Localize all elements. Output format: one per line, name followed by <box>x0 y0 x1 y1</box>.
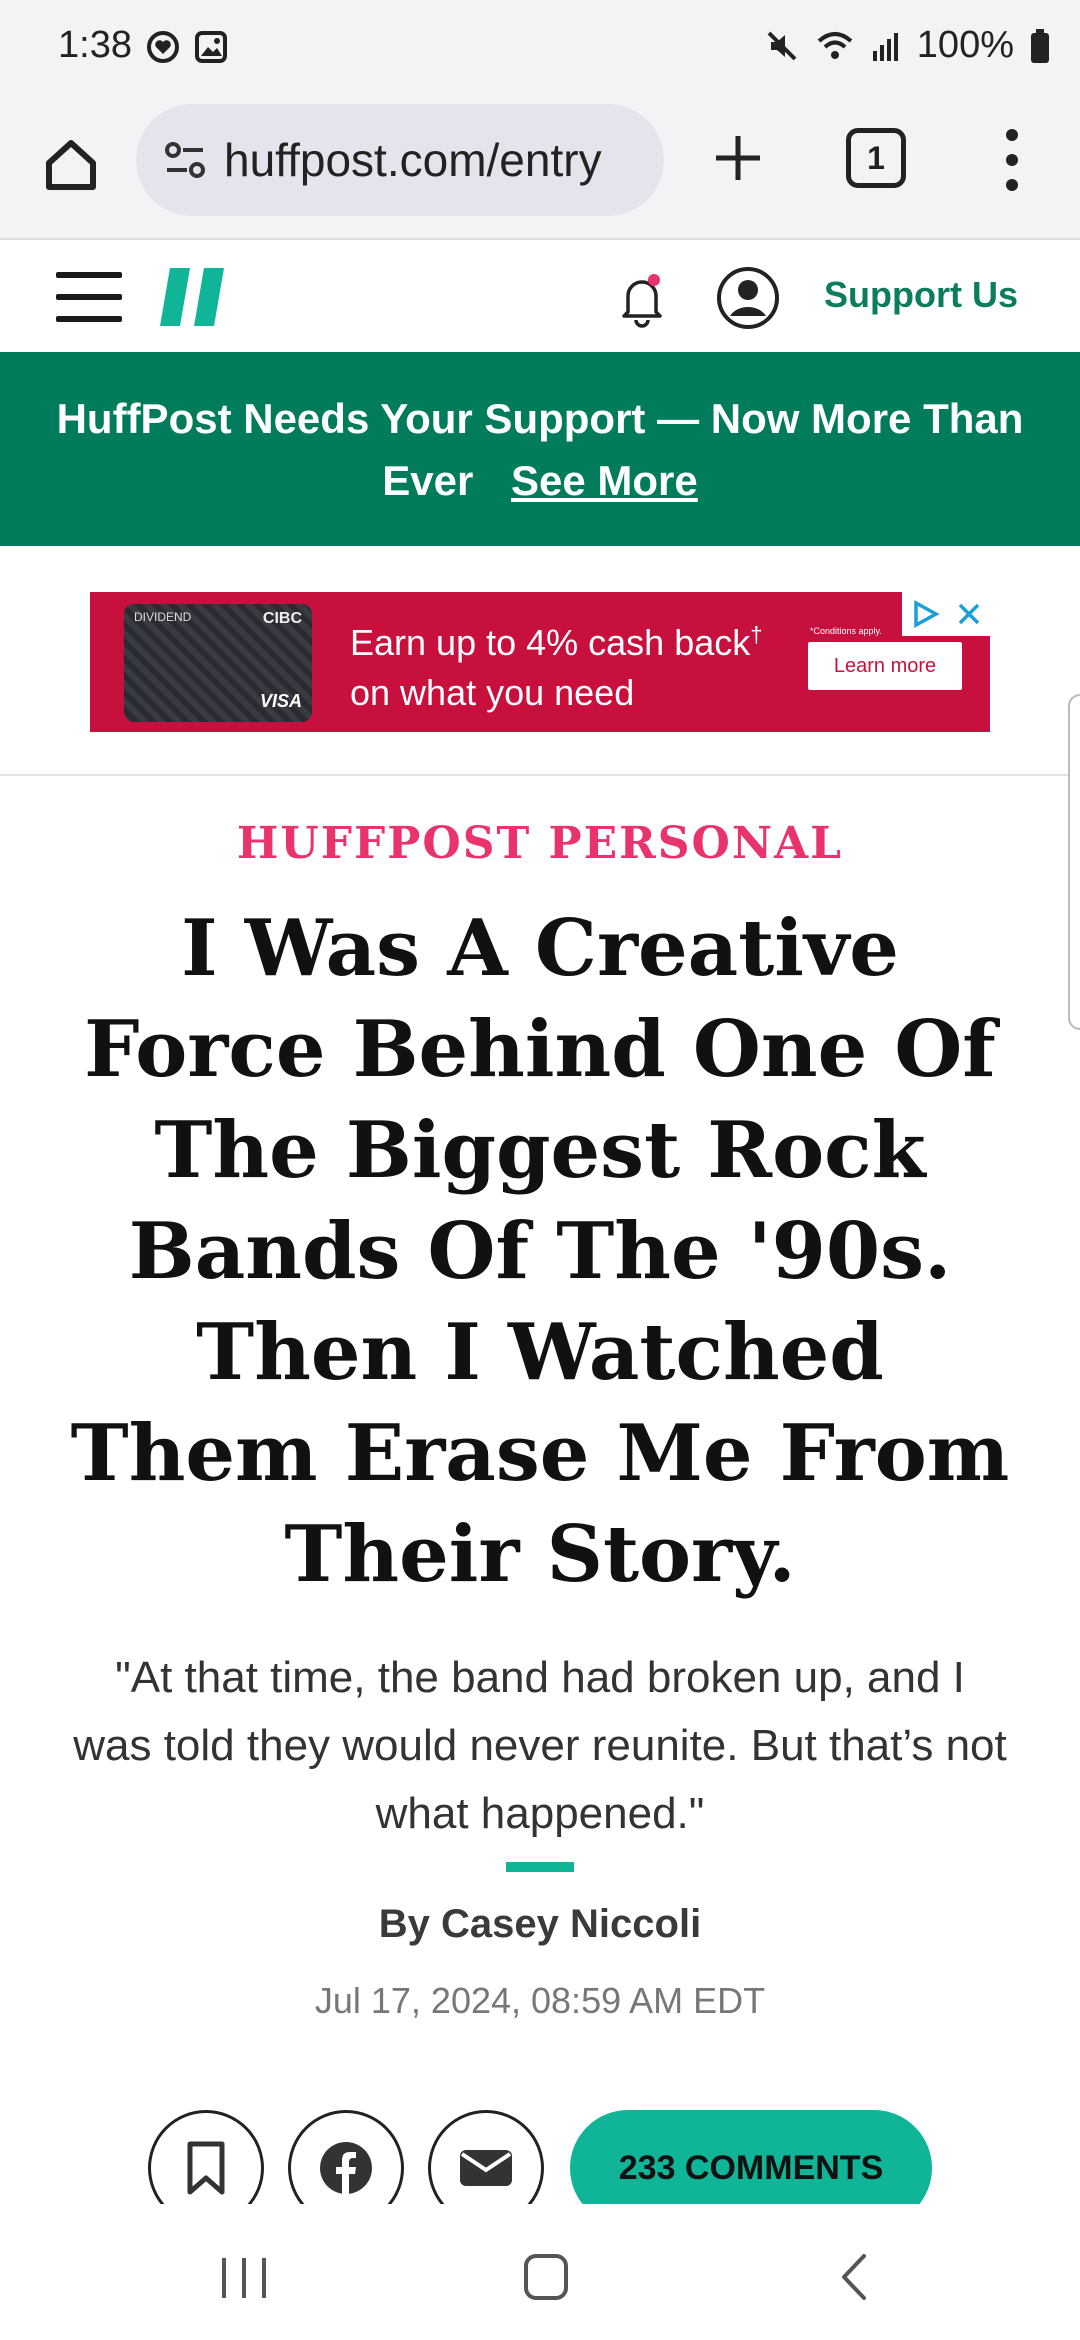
article-subhead: "At that time, the band had broken up, a… <box>73 1653 1007 1838</box>
close-icon[interactable] <box>956 601 982 627</box>
article-date: Jul 17, 2024, 08:59 AM EDT <box>314 1980 766 2021</box>
home-icon <box>46 140 96 190</box>
signal-icon <box>872 32 898 61</box>
kebab-dot <box>1006 128 1018 141</box>
browser-menu-button[interactable] <box>990 122 1034 198</box>
system-navigation-bar <box>0 2204 1080 2340</box>
email-icon <box>460 2150 512 2186</box>
accent-divider <box>506 1862 574 1872</box>
plus-icon <box>716 136 760 180</box>
ad-subline: on what you need <box>350 672 635 713</box>
notification-bell-icon[interactable] <box>614 268 670 328</box>
tab-count: 1 <box>867 139 885 176</box>
wifi-icon <box>817 31 853 59</box>
address-bar[interactable]: huffpost.com/entry <box>136 104 664 216</box>
back-icon[interactable] <box>834 2252 874 2302</box>
card-name: DIVIDEND <box>134 610 192 624</box>
site-settings-icon[interactable] <box>160 135 210 185</box>
browser-toolbar: huffpost.com/entry 1 <box>0 100 1080 240</box>
huffpost-logo-icon[interactable] <box>160 268 224 326</box>
ad-learn-more-button[interactable]: Learn more <box>808 642 962 690</box>
heart-circle-icon <box>147 31 179 63</box>
status-system-icons: 100% <box>765 24 1050 67</box>
status-notification-icons <box>146 30 228 64</box>
browser-home-button[interactable] <box>36 130 106 200</box>
facebook-icon <box>320 2142 372 2194</box>
kebab-dot <box>1006 179 1018 192</box>
url-text: huffpost.com/entry <box>224 134 602 186</box>
site-header: Support Us <box>0 242 1080 352</box>
recent-apps-icon[interactable] <box>222 2258 266 2298</box>
tab-switcher-button[interactable]: 1 <box>846 128 906 188</box>
ad-copy: Earn up to 4% cash back† on what you nee… <box>350 610 763 718</box>
battery-percent: 100% <box>916 24 1014 66</box>
support-banner: HuffPost Needs Your Support — Now More T… <box>0 352 1080 546</box>
ad-conditions: *Conditions apply. <box>810 626 882 636</box>
gallery-icon <box>195 31 227 63</box>
divider <box>0 774 1080 776</box>
article-section-kicker[interactable]: HUFFPOST PERSONAL <box>0 818 1080 869</box>
ad-choices[interactable] <box>902 592 990 636</box>
see-more-link[interactable]: See More <box>511 457 698 504</box>
mute-icon <box>767 31 797 60</box>
support-us-link[interactable]: Support Us <box>824 274 1018 316</box>
adchoices-icon[interactable] <box>910 599 940 629</box>
ad-headline: Earn up to 4% cash back <box>350 622 751 663</box>
new-tab-button[interactable] <box>700 120 776 196</box>
status-time: 1:38 <box>58 24 132 66</box>
battery-icon <box>1031 28 1049 63</box>
home-nav-icon[interactable] <box>524 2254 568 2300</box>
article-byline[interactable]: By Casey Niccoli <box>0 1902 1080 1947</box>
advertisement[interactable]: DIVIDEND CIBC VISA Earn up to 4% cash ba… <box>90 592 990 732</box>
card-brand: CIBC <box>262 610 302 627</box>
kebab-dot <box>1006 153 1018 166</box>
credit-card-image: DIVIDEND CIBC VISA <box>124 604 312 722</box>
hamburger-menu-icon[interactable] <box>56 272 122 322</box>
status-bar: 1:38 100% <box>0 0 1080 100</box>
card-network: VISA <box>259 691 302 711</box>
bookmark-icon <box>187 2141 225 2195</box>
article-headline: I Was A Creative Force Behind One Of The… <box>70 903 1010 1600</box>
ad-dagger: † <box>750 622 763 647</box>
account-icon[interactable] <box>716 266 780 330</box>
share-row: 233 COMMENTS <box>0 2110 1080 2226</box>
